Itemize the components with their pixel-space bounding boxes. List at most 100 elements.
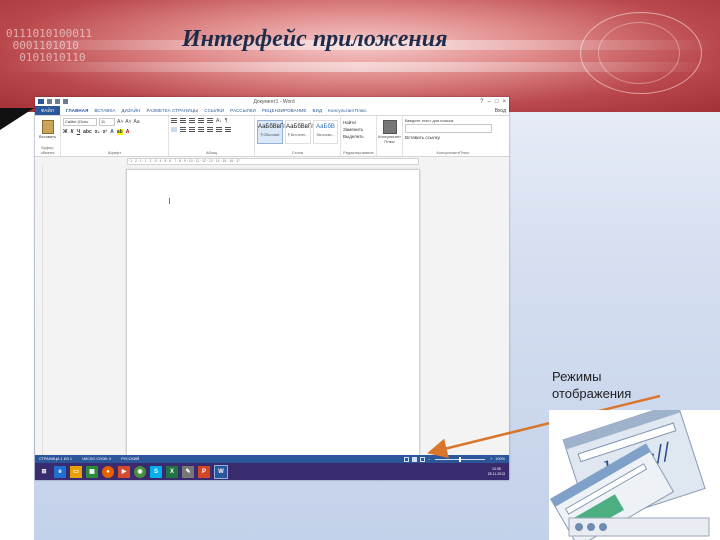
- decrease-indent-icon[interactable]: [198, 118, 204, 123]
- title-bar: Документ1 - Word ? – □ ×: [35, 97, 509, 106]
- word-window: Документ1 - Word ? – □ × ФАЙЛ ГЛАВНАЯ ВС…: [35, 97, 509, 480]
- align-center-icon[interactable]: [180, 127, 186, 132]
- justify-icon[interactable]: [198, 127, 204, 132]
- skype-icon[interactable]: S: [150, 465, 162, 478]
- font-size-select[interactable]: 11: [99, 118, 115, 126]
- word-taskbar-icon[interactable]: W: [214, 464, 228, 479]
- style-no-spacing[interactable]: АаБбВвГг, ¶ Без инте...: [285, 120, 314, 144]
- font-grow-icon[interactable]: A˄: [117, 119, 123, 125]
- zoom-in-icon[interactable]: +: [490, 457, 492, 461]
- ribbon: Вставить Буфер обмена Calibri (Осно 11 A…: [35, 116, 509, 157]
- save-icon[interactable]: [47, 99, 52, 104]
- group-label: Шрифт: [107, 150, 122, 155]
- language-indicator[interactable]: РУССКИЙ: [121, 457, 139, 461]
- tab-design[interactable]: ДИЗАЙН: [121, 108, 140, 113]
- help-icon[interactable]: ?: [480, 99, 483, 105]
- multilevel-list-icon[interactable]: [189, 118, 195, 123]
- page-count[interactable]: СТРАНИЦА 1 ИЗ 1: [39, 457, 72, 461]
- align-right-icon[interactable]: [189, 127, 195, 132]
- change-case-icon[interactable]: Aa: [134, 119, 140, 125]
- konsultant-button[interactable]: Консультант Плюс: [377, 116, 403, 156]
- text-effects-icon[interactable]: A: [110, 129, 114, 135]
- zoom-level[interactable]: 100%: [495, 457, 505, 461]
- word-count[interactable]: ЧИСЛО СЛОВ: 0: [82, 457, 111, 461]
- close-button[interactable]: ×: [502, 99, 506, 105]
- zoom-out-icon[interactable]: –: [428, 457, 430, 461]
- search-label: Введите текст для поиска:: [405, 118, 455, 123]
- bullets-icon[interactable]: [171, 118, 177, 123]
- tab-insert[interactable]: ВСТАВКА: [94, 108, 115, 113]
- word-logo-icon: [38, 99, 44, 104]
- paste-icon[interactable]: [41, 120, 54, 134]
- sign-in-link[interactable]: Вход: [495, 108, 506, 114]
- group-clipboard: Вставить Буфер обмена: [35, 116, 61, 156]
- group-label: Стили: [291, 150, 304, 155]
- shading-icon[interactable]: [216, 127, 222, 132]
- group-font: Calibri (Осно 11 A˄ A˅ Aa Ж К Ч abc x₂ x…: [61, 116, 169, 156]
- callout-text: Режимы отображения: [552, 368, 672, 402]
- line-spacing-icon[interactable]: [207, 127, 213, 132]
- style-heading[interactable]: АаБбВ Заголово...: [313, 120, 338, 144]
- style-normal[interactable]: АаБбВвГг, ¶ Обычный: [257, 120, 287, 144]
- maximize-button[interactable]: □: [495, 99, 499, 105]
- zoom-thumb[interactable]: [459, 456, 462, 462]
- undo-icon[interactable]: [55, 99, 60, 104]
- numbering-icon[interactable]: [180, 118, 186, 123]
- style-name: Заголово...: [316, 133, 335, 137]
- sort-icon[interactable]: A↓: [216, 118, 222, 124]
- document-page[interactable]: [126, 169, 420, 461]
- bold-icon[interactable]: Ж: [63, 129, 68, 135]
- align-left-icon[interactable]: [171, 127, 177, 132]
- chrome-icon[interactable]: ◉: [134, 465, 146, 478]
- tab-references[interactable]: ССЫЛКИ: [204, 108, 224, 113]
- firefox-icon[interactable]: ●: [102, 465, 114, 478]
- font-name-select[interactable]: Calibri (Осно: [63, 118, 97, 126]
- superscript-icon[interactable]: x²: [103, 129, 107, 135]
- zoom-slider[interactable]: [435, 456, 486, 462]
- group-label: Буфер обмена: [40, 145, 55, 155]
- page-title: Интерфейс приложения: [182, 26, 448, 52]
- increase-indent-icon[interactable]: [207, 118, 213, 123]
- windows-taskbar: ⊞ e ▭ ▦ ● ▶ ◉ S X ✎ P W 13:08 28.11.2013: [35, 463, 509, 480]
- style-sample: АаБбВвГг,: [258, 124, 287, 130]
- print-layout-icon[interactable]: [411, 456, 417, 462]
- system-clock[interactable]: 13:08 28.11.2013: [488, 467, 505, 477]
- internet-explorer-icon[interactable]: e: [54, 465, 66, 478]
- pilcrow-icon[interactable]: ¶: [225, 118, 228, 124]
- tab-file[interactable]: ФАЙЛ: [35, 106, 60, 115]
- tab-review[interactable]: РЕЦЕНЗИРОВАНИЕ: [262, 108, 307, 113]
- windows-start-icon[interactable]: ⊞: [38, 465, 50, 478]
- web-layout-icon[interactable]: [419, 456, 425, 462]
- read-mode-icon[interactable]: [403, 456, 409, 462]
- tab-konsultant[interactable]: КонсультантПлюс: [328, 108, 367, 113]
- group-styles: АаБбВвГг, ¶ Обычный АаБбВвГг, ¶ Без инте…: [255, 116, 341, 156]
- replace-button[interactable]: Заменить: [343, 127, 374, 132]
- media-icon[interactable]: ▶: [118, 465, 130, 478]
- tab-home[interactable]: ГЛАВНАЯ: [66, 108, 89, 113]
- italic-icon[interactable]: К: [71, 129, 74, 135]
- tab-page-layout[interactable]: РАЗМЕТКА СТРАНИЦЫ: [146, 108, 198, 113]
- subscript-icon[interactable]: x₂: [95, 129, 100, 135]
- font-color-icon[interactable]: A: [126, 129, 130, 135]
- highlight-icon[interactable]: ab: [116, 129, 123, 135]
- file-explorer-icon[interactable]: ▭: [70, 465, 82, 478]
- style-name: ¶ Без инте...: [287, 133, 309, 137]
- tab-mailings[interactable]: РАССЫЛКИ: [230, 108, 256, 113]
- konsultant-search-input[interactable]: [405, 124, 492, 133]
- minimize-button[interactable]: –: [488, 99, 491, 105]
- group-paragraph: A↓ ¶ Абзац: [169, 116, 255, 156]
- underline-icon[interactable]: Ч: [77, 129, 81, 135]
- font-shrink-icon[interactable]: A˅: [125, 119, 131, 125]
- find-button[interactable]: Найти: [343, 120, 374, 125]
- paint-icon[interactable]: ✎: [182, 465, 194, 478]
- excel-icon[interactable]: X: [166, 465, 178, 478]
- select-button[interactable]: Выделить: [343, 134, 374, 139]
- powerpoint-icon[interactable]: P: [198, 465, 210, 478]
- group-label: Абзац: [205, 150, 218, 155]
- strikethrough-icon[interactable]: abc: [83, 129, 92, 135]
- insert-link-button[interactable]: Вставить ссылку: [405, 135, 501, 140]
- konsultant-label: Консультант Плюс: [378, 134, 401, 144]
- borders-icon[interactable]: [225, 127, 231, 132]
- store-icon[interactable]: ▦: [86, 465, 98, 478]
- tab-view[interactable]: ВИД: [313, 108, 323, 113]
